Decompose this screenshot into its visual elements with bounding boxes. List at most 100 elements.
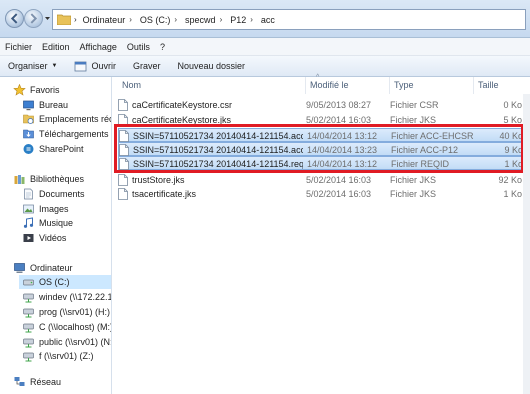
- recent-places-icon: [23, 114, 34, 124]
- sidebar-item-videos[interactable]: Vidéos: [22, 231, 66, 245]
- music-icon: [23, 217, 34, 228]
- vertical-scrollbar[interactable]: [523, 94, 530, 394]
- sidebar-label: SharePoint: [39, 144, 84, 154]
- new-folder-label: Nouveau dossier: [177, 61, 246, 71]
- file-name-cell: caCertificateKeystore.csr: [118, 98, 302, 112]
- breadcrumb-computer[interactable]: Ordinateur ›: [79, 10, 136, 29]
- file-name-cell: caCertificateKeystore.jks: [118, 113, 302, 127]
- arrow-right-icon: [30, 13, 38, 24]
- file-type: Fichier JKS: [390, 115, 437, 125]
- breadcrumb-label: OS (C:): [139, 14, 171, 25]
- documents-icon: [24, 188, 33, 200]
- file-row[interactable]: tsacertificate.jks 5/02/2014 16:03 Fichi…: [118, 187, 522, 201]
- sidebar-label: Musique: [39, 218, 74, 228]
- file-name-cell: SSIN=57110521734 20140414-121154.reqid: [119, 157, 303, 171]
- menu-help[interactable]: ?: [155, 42, 170, 52]
- organize-button[interactable]: Organiser ▼: [0, 56, 66, 76]
- column-header-modified[interactable]: Modifié le: [306, 77, 390, 94]
- sidebar-item-drive-prog[interactable]: prog (\\srv01) (H:): [22, 305, 110, 319]
- file-row[interactable]: caCertificateKeystore.csr 9/05/2013 08:2…: [118, 98, 522, 112]
- file-size: 5 Ko: [503, 115, 522, 125]
- document-open-icon: [75, 61, 87, 71]
- sidebar-item-drive-f[interactable]: f (\\srv01) (Z:): [22, 349, 94, 363]
- download-folder-icon: [23, 129, 34, 139]
- file-row[interactable]: caCertificateKeystore.jks 5/02/2014 16:0…: [118, 113, 522, 127]
- file-modified: 9/05/2013 08:27: [306, 100, 372, 110]
- menu-fichier[interactable]: Fichier: [0, 42, 37, 52]
- file-row[interactable]: trustStore.jks 5/02/2014 16:03 Fichier J…: [118, 173, 522, 187]
- file-row[interactable]: SSIN=57110521734 20140414-121154.acc-...…: [118, 142, 523, 157]
- file-icon: [118, 188, 128, 200]
- menu-affichage[interactable]: Affichage: [75, 42, 122, 52]
- sidebar-network[interactable]: Réseau: [13, 375, 61, 389]
- menu-outils[interactable]: Outils: [122, 42, 155, 52]
- file-size: 9 Ko: [504, 145, 523, 155]
- file-icon: [118, 174, 128, 186]
- file-modified: 5/02/2014 16:03: [306, 189, 372, 199]
- breadcrumb-p12[interactable]: P12 ›: [226, 10, 257, 29]
- sidebar-item-drive-public[interactable]: public (\\srv01) (N:): [22, 335, 112, 349]
- file-modified: 14/04/2014 13:12: [307, 159, 378, 169]
- sidebar-label: Emplacements récen: [39, 114, 111, 124]
- breadcrumb-label: specwd: [185, 14, 216, 25]
- navigation-bar: › Ordinateur › OS (C:) › specwd › P12 › …: [0, 0, 530, 38]
- breadcrumb-drive[interactable]: OS (C:) ›: [136, 10, 181, 29]
- sidebar-item-drive-localhost[interactable]: C (\\localhost) (M:): [22, 320, 111, 334]
- sharepoint-icon: [23, 144, 34, 154]
- hard-drive-icon: [23, 279, 34, 286]
- open-label: Ouvrir: [91, 61, 116, 71]
- sidebar-item-downloads[interactable]: Téléchargements: [22, 127, 109, 141]
- breadcrumb-label: acc: [260, 14, 275, 25]
- sidebar-item-bureau[interactable]: Bureau: [22, 98, 68, 112]
- new-folder-button[interactable]: Nouveau dossier: [169, 56, 254, 76]
- file-type: Fichier JKS: [390, 175, 437, 185]
- menu-bar: Fichier Edition Affichage Outils ?: [0, 38, 530, 56]
- sidebar-label: f (\\srv01) (Z:): [39, 351, 94, 361]
- menu-edition[interactable]: Edition: [37, 42, 75, 52]
- column-header-size[interactable]: Taille: [474, 77, 524, 94]
- network-drive-icon: [23, 323, 34, 333]
- open-button[interactable]: Ouvrir: [66, 56, 125, 76]
- forward-button[interactable]: [24, 9, 43, 28]
- sidebar-item-drive-c[interactable]: OS (C:): [19, 275, 111, 289]
- column-header-type[interactable]: Type: [390, 77, 474, 94]
- sidebar-item-sharepoint[interactable]: SharePoint: [22, 142, 84, 156]
- sidebar-label: Ordinateur: [30, 263, 73, 273]
- address-bar[interactable]: › Ordinateur › OS (C:) › specwd › P12 › …: [52, 9, 526, 30]
- sidebar-favorites[interactable]: Favoris: [13, 83, 60, 97]
- file-row[interactable]: SSIN=57110521734 20140414-121154.reqid 1…: [118, 156, 523, 171]
- file-name-cell: SSIN=57110521734 20140414-121154.acc-...: [119, 143, 303, 157]
- chevron-right-icon[interactable]: ›: [127, 15, 134, 24]
- breadcrumb-label: Ordinateur: [82, 14, 126, 25]
- chevron-right-icon[interactable]: ›: [172, 15, 179, 24]
- chevron-right-icon[interactable]: ›: [248, 15, 255, 24]
- sidebar-item-music[interactable]: Musique: [22, 216, 73, 230]
- file-type: Fichier ACC-EHCSR: [391, 131, 474, 141]
- sidebar-item-documents[interactable]: Documents: [22, 187, 85, 201]
- sidebar-label: Réseau: [30, 377, 62, 387]
- file-name: SSIN=57110521734 20140414-121154.acc-...: [133, 145, 303, 155]
- sidebar-item-recent-places[interactable]: Emplacements récen: [22, 112, 111, 126]
- sidebar-computer[interactable]: Ordinateur: [13, 261, 73, 275]
- burn-button[interactable]: Graver: [125, 56, 170, 76]
- recent-pages-dropdown-icon[interactable]: [44, 15, 51, 22]
- chevron-right-icon[interactable]: ›: [218, 15, 225, 24]
- sidebar-item-images[interactable]: Images: [22, 202, 69, 216]
- back-button[interactable]: [5, 9, 24, 28]
- column-header-name[interactable]: Nom: [118, 77, 306, 94]
- breadcrumb-specwd[interactable]: specwd ›: [181, 10, 226, 29]
- sidebar-libraries[interactable]: Bibliothèques: [13, 172, 84, 186]
- breadcrumb-acc[interactable]: acc: [257, 10, 279, 29]
- sidebar-label: OS (C:): [39, 277, 70, 287]
- file-type: Fichier REQID: [391, 159, 450, 169]
- file-size: 1 Ko: [504, 159, 523, 169]
- file-row[interactable]: SSIN=57110521734 20140414-121154.acc-...…: [118, 128, 523, 142]
- chevron-down-icon: ▼: [51, 63, 58, 69]
- sidebar-item-drive-windev[interactable]: windev (\\172.22.100: [22, 290, 111, 304]
- file-size: 0 Ko: [503, 100, 522, 110]
- file-icon: [119, 144, 129, 156]
- sidebar-label: public (\\srv01) (N:): [39, 337, 112, 347]
- file-name: tsacertificate.jks: [132, 189, 197, 199]
- sidebar-label: Images: [39, 204, 69, 214]
- file-name: SSIN=57110521734 20140414-121154.acc-...: [133, 131, 303, 141]
